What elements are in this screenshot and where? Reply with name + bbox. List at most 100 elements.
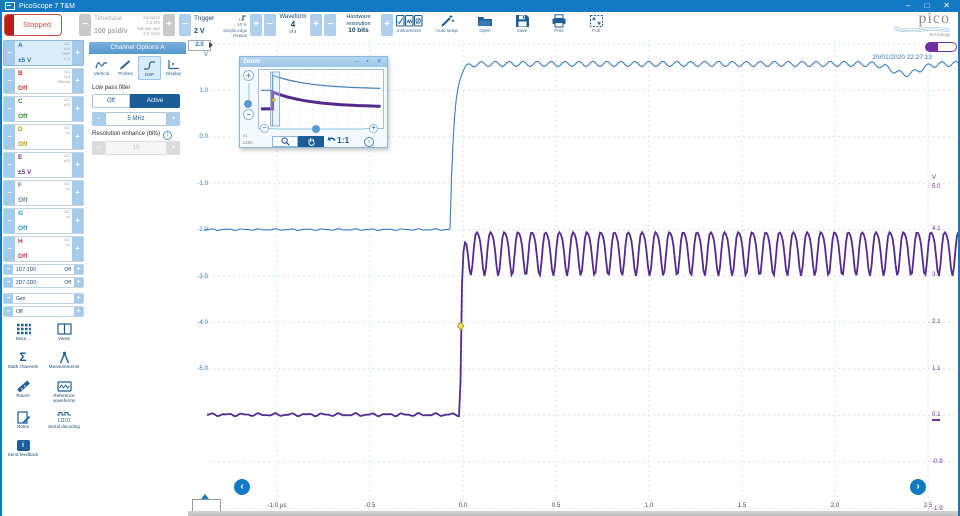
previous-waveform-button[interactable]: ‹ [234,479,250,495]
channel-h-decrease-button[interactable]: − [4,237,15,261]
resolution-info-icon[interactable]: i [163,131,172,140]
print-button[interactable]: Print [542,13,576,37]
sidebar-item-reference-waveforms[interactable]: Reference waveforms [44,379,84,404]
auto-setup-button[interactable]: Auto setup [430,13,464,37]
pan-tool-button[interactable] [298,136,324,147]
tab-dsp[interactable]: DSP [138,56,161,80]
hardware-resolution-panel[interactable]: Hardware resolution 10 bits [337,14,380,36]
channel-card-c[interactable]: − C Off DCx10 + [3,96,84,122]
channel-b-tags: DCx10Filtered [57,70,70,85]
channel-g-increase-button[interactable]: + [72,209,83,233]
channel-a-increase-button[interactable]: + [72,41,83,65]
sidebar-item-serial-decoding[interactable]: 11101 Serial decoding [44,410,84,429]
sidebar-item-more[interactable]: More... [3,322,43,341]
channel-card-b[interactable]: − B Off DCx10Filtered + [3,68,84,94]
channel-card-h[interactable]: − H Off DCx1 + [3,236,84,262]
next-waveform-button[interactable]: › [910,479,926,495]
channel-card-f[interactable]: − F Off DCx1 + [3,180,84,206]
digital-port-2-row[interactable]: − 2D7-2D0 Off + [3,277,84,288]
channel-a-decrease-button[interactable]: − [4,41,15,65]
zoom-ratio-button[interactable]: 1:1 [337,135,349,145]
open-button[interactable]: Open [468,13,502,37]
stopped-button[interactable]: Stopped [4,14,62,36]
frequency-decrease-button[interactable]: − [92,112,105,126]
zoom-vertical-slider-thumb[interactable] [244,100,252,108]
zoom-in-button[interactable]: + [243,70,254,81]
frequency-increase-button[interactable]: + [167,112,180,126]
digital-1-decrease-button[interactable]: − [4,265,13,274]
digital-port-1-row[interactable]: − 1D7-1D0 Off + [3,264,84,275]
pan-right-button[interactable]: + [369,124,378,133]
channel-c-increase-button[interactable]: + [72,97,83,121]
full-button[interactable]: Full [579,13,613,37]
low-pass-off-button[interactable]: Off [92,94,130,108]
window-title: PicoScope 7 T&M [19,3,906,10]
res-decrease-button[interactable]: − [92,141,105,155]
channel-c-decrease-button[interactable]: − [4,97,15,121]
channel-card-d[interactable]: − D Off DCx1 + [3,124,84,150]
tab-vertical[interactable]: Vertical [90,56,113,80]
sidebar-item-views[interactable]: Views [44,322,84,341]
digital-1-increase-button[interactable]: + [74,265,83,274]
channel-card-a[interactable]: − A ±5 V DCx10DSP-2 V + [3,40,84,66]
zoom-tool-button[interactable] [272,136,298,147]
trigger-marker[interactable] [458,322,464,330]
resolution-decrease-button[interactable]: − [324,14,336,36]
sidebar-item-send-feedback[interactable]: i Send feedback [3,438,43,457]
zoom-window-controls[interactable]: – ▪ ✕ [355,57,385,67]
channel-f-decrease-button[interactable]: − [4,181,15,205]
gen-state-increase-button[interactable]: + [74,307,83,316]
pan-left-button[interactable]: − [260,124,269,133]
generator-state-row[interactable]: − Off + [3,306,84,317]
gen-decrease-button[interactable]: − [4,294,13,303]
channel-card-e[interactable]: − E ±5 V DCx10 + [3,152,84,178]
zoom-info-icon[interactable]: i [364,137,374,147]
tab-display[interactable]: Display [162,56,185,80]
horizontal-scrollbar[interactable] [188,511,960,516]
channel-e-increase-button[interactable]: + [72,153,83,177]
channel-b-decrease-button[interactable]: − [4,69,15,93]
trigger-panel[interactable]: Trigger 2 V t 10 % Simple edge Repeat [192,14,249,36]
timebase-decrease-button[interactable]: − [79,14,91,36]
timebase-panel[interactable]: Timebase 100 µs/div Samples 2.5 MS Sampl… [92,14,162,36]
undo-zoom-icon[interactable] [326,136,337,146]
low-pass-active-button[interactable]: Active [130,94,180,108]
generator-row[interactable]: − Gen + [3,293,84,304]
zoom-overview-map[interactable] [258,69,384,129]
sidebar-item-measurements[interactable]: Measurements [44,350,84,369]
channel-b-increase-button[interactable]: + [72,69,83,93]
waveform-panel[interactable]: Waveform 4 of 4 [277,14,309,36]
channel-f-increase-button[interactable]: + [72,181,83,205]
channel-a-axis-scale-box[interactable]: 2.0 [188,40,211,51]
sidebar-item-notes[interactable]: Notes [3,410,43,429]
channel-d-decrease-button[interactable]: − [4,125,15,149]
gen-state-decrease-button[interactable]: − [4,307,13,316]
sidebar-item-rulers[interactable]: Rulers [3,379,43,398]
res-increase-button[interactable]: + [167,141,180,155]
waveform-next-button[interactable]: + [310,14,322,36]
digital-2-decrease-button[interactable]: − [4,278,13,287]
trigger-decrease-button[interactable]: − [179,14,191,36]
gen-increase-button[interactable]: + [74,294,83,303]
frequency-value[interactable]: 5 MHz [105,112,167,126]
channel-e-label: E [18,154,22,161]
channel-options-panel: Channel Options A Vertical Probes DSP [87,38,189,516]
digital-2-increase-button[interactable]: + [74,278,83,287]
channel-d-increase-button[interactable]: + [72,125,83,149]
scope-view: V1.00.0-1.0-2.0-3.0-4.0-5.0 V5.04.13.12.… [188,38,960,516]
zoom-horizontal-slider-thumb[interactable] [312,125,320,133]
channel-e-decrease-button[interactable]: − [4,153,15,177]
sidebar-item-math-channels[interactable]: Σ Math channels [3,350,43,369]
zoom-window[interactable]: Zoom – ▪ ✕ + − − + x1 x250 [239,56,388,148]
channel-g-decrease-button[interactable]: − [4,209,15,233]
waveform-prev-button[interactable]: − [264,14,276,36]
trigger-increase-button[interactable]: + [250,14,262,36]
channel-e-axis-handle[interactable] [925,42,957,52]
tab-probes[interactable]: Probes [114,56,137,80]
channel-h-increase-button[interactable]: + [72,237,83,261]
timebase-increase-button[interactable]: + [163,14,175,36]
save-button[interactable]: Save [505,13,539,37]
zoom-out-button[interactable]: − [243,109,254,120]
instruments-button[interactable]: Instruments [392,13,426,37]
channel-card-g[interactable]: − G Off DCx1 + [3,208,84,234]
